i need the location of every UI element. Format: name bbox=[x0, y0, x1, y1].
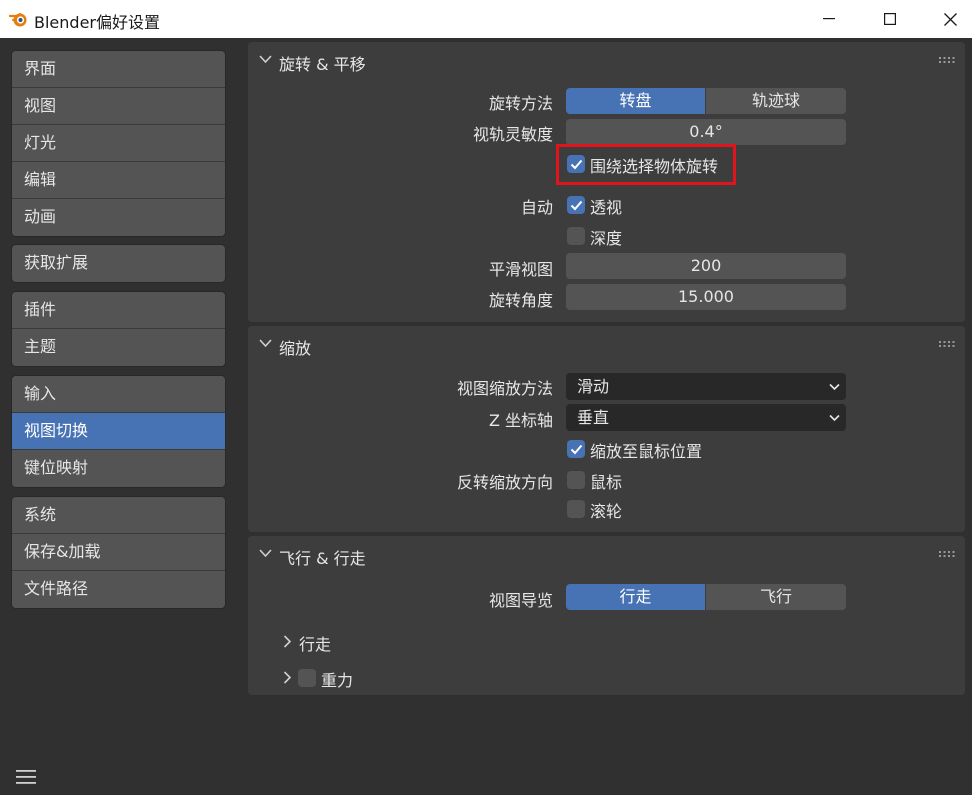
orbit-sensitivity-field[interactable]: 0.4° bbox=[566, 119, 846, 145]
sidebar-item-lights[interactable]: 灯光 bbox=[12, 125, 225, 162]
sidebar-item-get-extensions[interactable]: 获取扩展 bbox=[12, 245, 225, 282]
smooth-view-label: 平滑视图 bbox=[488, 260, 553, 279]
sidebar-group-system: 系统 保存&加载 文件路径 bbox=[11, 496, 226, 609]
invert-zoom-wheel-label: 滚轮 bbox=[590, 502, 623, 521]
sidebar-group-extensions: 获取扩展 bbox=[11, 244, 226, 283]
close-icon bbox=[943, 12, 957, 26]
blender-icon bbox=[9, 12, 27, 27]
z-axis-dropdown[interactable]: 垂直 bbox=[566, 404, 846, 431]
invert-zoom-wheel-checkbox[interactable] bbox=[567, 500, 585, 518]
zoom-method-label: 视图缩放方法 bbox=[456, 379, 553, 398]
auto-depth-label: 深度 bbox=[590, 229, 623, 248]
chevron-down-icon bbox=[829, 383, 840, 391]
subpanel-walk-header[interactable]: 行走 bbox=[280, 631, 480, 654]
rotation-angle-label: 旋转角度 bbox=[488, 291, 553, 310]
smooth-view-field[interactable]: 200 bbox=[566, 253, 846, 279]
hamburger-menu-icon bbox=[16, 770, 36, 784]
sidebar-item-interface[interactable]: 界面 bbox=[12, 51, 225, 88]
auto-perspective-label: 透视 bbox=[590, 198, 623, 217]
sidebar-item-themes[interactable]: 主题 bbox=[12, 329, 225, 366]
checkmark-icon bbox=[570, 200, 582, 210]
highlight-annotation-box bbox=[556, 144, 736, 185]
auto-label: 自动 bbox=[520, 198, 553, 217]
maximize-button[interactable] bbox=[867, 0, 913, 38]
panel-title: 飞行 & 行走 bbox=[279, 549, 366, 568]
chevron-down-icon bbox=[259, 55, 272, 64]
close-button[interactable] bbox=[927, 0, 972, 38]
auto-perspective-checkbox[interactable] bbox=[567, 196, 585, 214]
zoom-to-mouse-checkbox[interactable] bbox=[567, 440, 585, 458]
auto-depth-checkbox[interactable] bbox=[567, 227, 585, 245]
chevron-down-icon bbox=[829, 414, 840, 422]
sidebar-group-general: 界面 视图 灯光 编辑 动画 bbox=[11, 50, 226, 237]
rotate-method-label: 旋转方法 bbox=[488, 94, 553, 113]
drag-grip-icon[interactable] bbox=[939, 551, 955, 557]
drag-grip-icon[interactable] bbox=[939, 341, 955, 347]
view-navigation-label: 视图导览 bbox=[488, 591, 553, 610]
sidebar-item-keymap[interactable]: 键位映射 bbox=[12, 450, 225, 487]
window-title: Blender偏好设置 bbox=[34, 13, 160, 32]
maximize-icon bbox=[884, 13, 896, 25]
orbit-sensitivity-label: 视轨灵敏度 bbox=[472, 125, 553, 144]
sidebar-group-addons: 插件 主题 bbox=[11, 291, 226, 367]
panel-header-fly-walk[interactable]: 飞行 & 行走 bbox=[248, 536, 965, 576]
invert-zoom-label: 反转缩放方向 bbox=[456, 473, 553, 492]
chevron-down-icon bbox=[259, 549, 272, 558]
zoom-to-mouse-label: 缩放至鼠标位置 bbox=[590, 442, 703, 461]
sidebar-item-input[interactable]: 输入 bbox=[12, 376, 225, 413]
minimize-button[interactable] bbox=[806, 0, 852, 38]
minimize-icon bbox=[823, 18, 835, 20]
sidebar-group-input: 输入 视图切换 键位映射 bbox=[11, 375, 226, 488]
sidebar-item-viewport[interactable]: 视图 bbox=[12, 88, 225, 125]
chevron-right-icon bbox=[283, 671, 292, 684]
checkmark-icon bbox=[570, 444, 582, 454]
gravity-checkbox[interactable] bbox=[298, 669, 316, 687]
sidebar-item-save-load[interactable]: 保存&加载 bbox=[12, 534, 225, 571]
panel-header-orbit-pan[interactable]: 旋转 & 平移 bbox=[248, 42, 965, 82]
invert-zoom-mouse-label: 鼠标 bbox=[590, 473, 623, 492]
invert-zoom-mouse-checkbox[interactable] bbox=[567, 471, 585, 489]
subpanel-walk-title: 行走 bbox=[299, 635, 332, 654]
panel-header-zoom[interactable]: 缩放 bbox=[248, 326, 965, 366]
drag-grip-icon[interactable] bbox=[939, 57, 955, 63]
view-navigation-fly-button[interactable]: 飞行 bbox=[705, 584, 846, 610]
zoom-method-dropdown[interactable]: 滑动 bbox=[566, 373, 846, 400]
sidebar-item-editing[interactable]: 编辑 bbox=[12, 162, 225, 199]
z-axis-value: 垂直 bbox=[577, 408, 610, 427]
rotation-angle-field[interactable]: 15.000 bbox=[566, 284, 846, 310]
sidebar-item-system[interactable]: 系统 bbox=[12, 497, 225, 534]
preferences-menu-button[interactable] bbox=[12, 765, 40, 789]
chevron-down-icon bbox=[259, 339, 272, 348]
title-bar: Blender偏好设置 bbox=[0, 0, 972, 38]
panel-title: 旋转 & 平移 bbox=[279, 55, 366, 74]
zoom-method-value: 滑动 bbox=[577, 377, 610, 396]
view-navigation-walk-button[interactable]: 行走 bbox=[566, 584, 705, 610]
panel-title: 缩放 bbox=[279, 339, 312, 358]
rotate-method-turntable-button[interactable]: 转盘 bbox=[566, 88, 705, 114]
chevron-right-icon bbox=[283, 635, 292, 648]
subpanel-gravity-title: 重力 bbox=[321, 671, 354, 690]
subpanel-gravity-header[interactable]: 重力 bbox=[280, 667, 480, 690]
sidebar-item-addons[interactable]: 插件 bbox=[12, 292, 225, 329]
rotate-method-trackball-button[interactable]: 轨迹球 bbox=[705, 88, 846, 114]
sidebar-item-navigation[interactable]: 视图切换 bbox=[12, 413, 225, 450]
z-axis-label: Z 坐标轴 bbox=[488, 411, 553, 430]
sidebar-item-file-paths[interactable]: 文件路径 bbox=[12, 571, 225, 608]
sidebar-item-animation[interactable]: 动画 bbox=[12, 199, 225, 236]
